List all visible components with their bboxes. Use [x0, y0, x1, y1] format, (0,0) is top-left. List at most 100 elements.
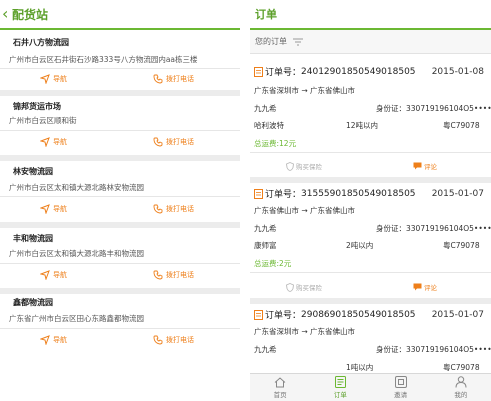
- navigate-button[interactable]: 导航: [40, 270, 67, 280]
- cargo-name: 康师富: [254, 241, 277, 250]
- order-number-row: 订单号： 31555901850549018505 2015-01-07: [254, 187, 486, 200]
- orders-subheader[interactable]: 您的订单: [250, 30, 491, 54]
- order-number: 29086901850549018505: [301, 309, 416, 320]
- comment-label: 评论: [424, 163, 437, 171]
- tab-label: 订单: [333, 391, 347, 399]
- order-card[interactable]: 订单号： 24012901850549018505 2015-01-08 广东省深…: [250, 58, 491, 178]
- navigate-button[interactable]: 导航: [40, 335, 67, 345]
- order-date: 2015-01-07: [431, 188, 484, 199]
- page-title: 配货站: [12, 7, 49, 22]
- tab-label: 我的: [454, 391, 468, 399]
- station-name: 丰和物流园: [13, 234, 53, 243]
- home-icon: [274, 376, 286, 387]
- comment-label: 评论: [424, 284, 437, 292]
- orders-list-icon: [334, 376, 346, 388]
- id-card: 身份证：330719196104O5••••: [376, 223, 491, 234]
- shield-icon: [286, 161, 294, 171]
- tab-orders[interactable]: 订单: [310, 374, 370, 401]
- buy-insurance-button[interactable]: 购买保险: [286, 161, 322, 171]
- call-label: 拨打电话: [166, 336, 194, 344]
- navigate-arrow-icon: [40, 335, 50, 345]
- order-no-prefix: 订单号：: [265, 190, 302, 200]
- id-card: 身份证：330719196104O5••••: [376, 103, 491, 114]
- shield-icon: [286, 282, 294, 292]
- navigate-button[interactable]: 导航: [40, 74, 67, 84]
- navigate-arrow-icon: [40, 137, 50, 147]
- panel-gap: [240, 0, 250, 401]
- driver-name: 九九希: [254, 104, 277, 113]
- driver-name: 九九希: [254, 345, 277, 354]
- order-no-prefix: 订单号：: [265, 68, 302, 78]
- comment-bubble-icon: [413, 162, 422, 170]
- order-number: 31555901850549018505: [301, 188, 416, 199]
- call-button[interactable]: 拨打电话: [153, 335, 194, 345]
- order-number-row: 订单号： 29086901850549018505 2015-01-07: [254, 308, 486, 321]
- id-number: 330719196104O5••••: [406, 224, 491, 233]
- call-button[interactable]: 拨打电话: [153, 74, 194, 84]
- station-address: 广州市白云区太和镇大源北路林安物流园: [9, 183, 144, 192]
- document-icon: [254, 309, 263, 320]
- station-address: 广州市白云区石井街石沙路333号八方物流园内aa栋三楼: [9, 55, 198, 64]
- cargo-volume: 1吨以内: [346, 363, 374, 372]
- orders-header: 订单: [250, 0, 491, 30]
- phone-icon: [153, 335, 163, 345]
- comment-button[interactable]: 评论: [413, 282, 437, 292]
- navigate-button[interactable]: 导航: [40, 137, 67, 147]
- cargo-volume: 12吨以内: [346, 121, 379, 130]
- navigate-label: 导航: [53, 205, 67, 213]
- back-chevron-icon[interactable]: ‹: [2, 6, 12, 22]
- plate-number: 粤C79078: [443, 121, 480, 130]
- order-card[interactable]: 订单号： 29086901850549018505 2015-01-07 广东省深…: [250, 304, 491, 374]
- station-header: ‹ 配货站: [0, 0, 240, 30]
- divider: [250, 272, 491, 273]
- call-button[interactable]: 拨打电话: [153, 270, 194, 280]
- id-prefix: 身份证：: [376, 345, 406, 354]
- user-icon: [455, 376, 467, 388]
- divider: [0, 263, 240, 264]
- navigate-label: 导航: [53, 271, 67, 279]
- id-number: 330719196104O5••••: [406, 104, 491, 113]
- order-no-prefix: 订单号：: [265, 311, 302, 321]
- tab-profile[interactable]: 我的: [431, 374, 491, 401]
- station-address: 广州市白云区太和镇大源北路丰和物流园: [9, 249, 144, 258]
- order-route: 广东省深圳市 → 广东省佛山市: [254, 327, 356, 336]
- call-button[interactable]: 拨打电话: [153, 137, 194, 147]
- divider: [0, 196, 240, 197]
- order-date: 2015-01-07: [431, 309, 484, 320]
- station-name: 石井八方物流园: [13, 38, 69, 47]
- total-fee: 总运费:12元: [254, 139, 297, 148]
- call-label: 拨打电话: [166, 205, 194, 213]
- bottom-tab-bar: 首页 订单 邀请 我的: [250, 373, 491, 401]
- order-date: 2015-01-08: [431, 66, 484, 77]
- divider: [0, 68, 240, 69]
- navigate-arrow-icon: [40, 204, 50, 214]
- order-card[interactable]: 订单号： 31555901850549018505 2015-01-07 广东省佛…: [250, 183, 491, 299]
- phone-icon: [153, 137, 163, 147]
- navigate-arrow-icon: [40, 270, 50, 280]
- tab-home[interactable]: 首页: [250, 374, 310, 401]
- filter-list-icon: [293, 38, 303, 45]
- id-number: 330719196104O5••••: [406, 345, 491, 354]
- comment-button[interactable]: 评论: [413, 161, 437, 171]
- orders-screen: 订单 您的订单 订单号： 24012901850549018505 2015-01…: [250, 0, 491, 401]
- id-prefix: 身份证：: [376, 224, 406, 233]
- call-label: 拨打电话: [166, 271, 194, 279]
- divider: [0, 328, 240, 329]
- navigate-arrow-icon: [40, 74, 50, 84]
- phone-icon: [153, 74, 163, 84]
- station-item: 丰和物流园 广州市白云区太和镇大源北路丰和物流园 导航 拨打电话: [0, 228, 240, 288]
- tab-label: 邀请: [394, 391, 408, 399]
- insurance-label: 购买保险: [296, 163, 322, 171]
- call-button[interactable]: 拨打电话: [153, 204, 194, 214]
- call-label: 拨打电话: [166, 75, 194, 83]
- document-icon: [254, 188, 263, 199]
- buy-insurance-button[interactable]: 购买保险: [286, 282, 322, 292]
- order-route: 广东省佛山市 → 广东省佛山市: [254, 206, 356, 215]
- plate-number: 粤C79078: [443, 241, 480, 250]
- document-icon: [254, 66, 263, 77]
- insurance-label: 购买保险: [296, 284, 322, 292]
- tab-invite[interactable]: 邀请: [371, 374, 431, 401]
- order-number: 24012901850549018505: [301, 66, 416, 77]
- navigate-button[interactable]: 导航: [40, 204, 67, 214]
- station-item: 鑫都物流园 广东省广州市白云区田心东路鑫都物流园 导航 拨打电话: [0, 294, 240, 354]
